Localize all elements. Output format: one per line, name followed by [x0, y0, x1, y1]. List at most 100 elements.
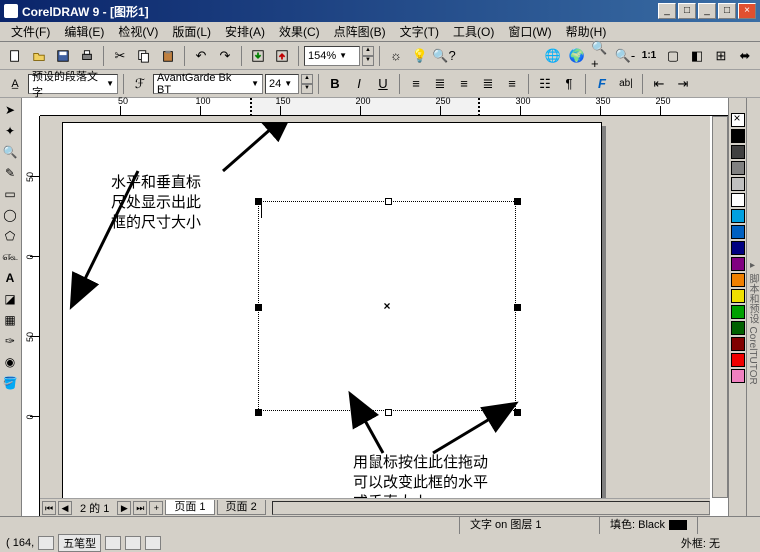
menu-v[interactable]: 检视(V) — [111, 23, 165, 40]
color-swatch[interactable] — [731, 353, 745, 367]
zoom-all-icon[interactable]: ⊞ — [710, 45, 732, 67]
color-swatch[interactable] — [731, 289, 745, 303]
menu-b[interactable]: 点阵图(B) — [327, 23, 393, 40]
resize-handle-se[interactable] — [514, 409, 521, 416]
italic-button[interactable]: I — [348, 73, 370, 95]
interactive-fill-icon[interactable]: ◪ — [0, 289, 20, 309]
world-icon[interactable]: 🌍 — [566, 45, 588, 67]
color-swatch[interactable] — [731, 369, 745, 383]
shape-tool-icon[interactable]: ✦ — [0, 121, 20, 141]
resize-handle-nw[interactable] — [255, 198, 262, 205]
menu-c[interactable]: 效果(C) — [272, 23, 327, 40]
spiral-tool-icon[interactable]: ௷ — [0, 247, 20, 267]
fill-tool-icon[interactable]: 🪣 — [0, 373, 20, 393]
ime-label[interactable]: 五笔型 — [58, 534, 101, 552]
tab-page-1[interactable]: 页面 1 — [165, 500, 214, 515]
resize-handle-e[interactable] — [514, 304, 521, 311]
para-preset-combo[interactable]: 预设的段落文字▼ — [28, 74, 118, 94]
ruler-horizontal[interactable]: 50100150200250300350250 — [40, 98, 728, 116]
export-icon[interactable] — [271, 45, 293, 67]
resize-handle-w[interactable] — [255, 304, 262, 311]
resize-handle-n[interactable] — [385, 198, 392, 205]
text-frame-selection[interactable]: × — [258, 201, 516, 411]
interactive-trans-icon[interactable]: ▦ — [0, 310, 20, 330]
open-icon[interactable] — [28, 45, 50, 67]
zoom-width-icon[interactable]: ⬌ — [734, 45, 756, 67]
menu-w[interactable]: 窗口(W) — [501, 23, 558, 40]
outline-tool-icon[interactable]: ◉ — [0, 352, 20, 372]
tab-page-2[interactable]: 页面 2 — [217, 500, 266, 515]
ruler-vertical[interactable]: 500500 — [22, 116, 40, 516]
copy-icon[interactable] — [133, 45, 155, 67]
menu-a[interactable]: 安排(A) — [218, 23, 272, 40]
align-left-icon[interactable]: ≡ — [405, 73, 427, 95]
color-swatch[interactable] — [731, 273, 745, 287]
lamp-icon[interactable]: 💡 — [409, 45, 431, 67]
color-swatch[interactable] — [731, 129, 745, 143]
menu-t[interactable]: 文字(T) — [393, 23, 446, 40]
doc-minimize-button[interactable]: _ — [698, 3, 716, 19]
page-first-button[interactable]: ⏮ — [42, 501, 56, 515]
page-add-button[interactable]: + — [149, 501, 163, 515]
ime-opt1-icon[interactable] — [105, 536, 121, 550]
text-tool-a-icon[interactable]: A̲ — [4, 73, 26, 95]
undo-icon[interactable]: ↶ — [190, 45, 212, 67]
print-icon[interactable] — [76, 45, 98, 67]
indent-inc-icon[interactable]: ⇥ — [672, 73, 694, 95]
color-swatch[interactable] — [731, 337, 745, 351]
zoom-page-icon[interactable]: ▢ — [662, 45, 684, 67]
dropcap-icon[interactable]: ¶ — [558, 73, 580, 95]
one-to-one-icon[interactable]: 1:1 — [638, 45, 660, 67]
align-force-icon[interactable]: ≡ — [501, 73, 523, 95]
paste-icon[interactable] — [157, 45, 179, 67]
menu-o[interactable]: 工具(O) — [446, 23, 501, 40]
text-tool-icon[interactable]: A — [0, 268, 20, 288]
color-swatch[interactable] — [731, 225, 745, 239]
bullet-list-icon[interactable]: ☷ — [534, 73, 556, 95]
resize-handle-sw[interactable] — [255, 409, 262, 416]
zoom-help-icon[interactable]: 🔍? — [433, 45, 455, 67]
menu-h[interactable]: 帮助(H) — [559, 23, 614, 40]
scrollbar-vertical[interactable] — [712, 116, 728, 498]
import-icon[interactable] — [247, 45, 269, 67]
menu-l[interactable]: 版面(L) — [165, 23, 218, 40]
rect-tool-icon[interactable]: ▭ — [0, 184, 20, 204]
new-icon[interactable] — [4, 45, 26, 67]
font-name-combo[interactable]: AvantGarde Bk BT▼ — [153, 74, 263, 94]
minimize-button[interactable]: _ — [658, 3, 676, 19]
page-prev-button[interactable]: ◀ — [58, 501, 72, 515]
align-justify-icon[interactable]: ≣ — [477, 73, 499, 95]
maximize-button[interactable]: □ — [678, 3, 696, 19]
align-right-icon[interactable]: ≡ — [453, 73, 475, 95]
color-swatch[interactable] — [731, 145, 745, 159]
close-button[interactable]: × — [738, 3, 756, 19]
ellipse-tool-icon[interactable]: ◯ — [0, 205, 20, 225]
color-swatch[interactable] — [731, 257, 745, 271]
color-swatch[interactable] — [731, 305, 745, 319]
format-text-icon[interactable]: F — [591, 73, 613, 95]
docker-tabs[interactable]: ▸ 脚本和预设 CorelTUTOR — [746, 98, 760, 516]
resize-handle-ne[interactable] — [514, 198, 521, 205]
eyedropper-tool-icon[interactable]: ✑ — [0, 331, 20, 351]
page-next-button[interactable]: ▶ — [117, 501, 131, 515]
color-swatch[interactable] — [731, 209, 745, 223]
align-center-icon[interactable]: ≣ — [429, 73, 451, 95]
zoom-tool-icon[interactable]: 🔍 — [0, 142, 20, 162]
ime-icon[interactable] — [38, 536, 54, 550]
polygon-tool-icon[interactable]: ⬠ — [0, 226, 20, 246]
internet-icon[interactable]: 🌐 — [542, 45, 564, 67]
redo-icon[interactable]: ↷ — [214, 45, 236, 67]
pick-tool-icon[interactable]: ➤ — [0, 100, 20, 120]
indent-dec-icon[interactable]: ⇤ — [648, 73, 670, 95]
color-swatch[interactable] — [731, 193, 745, 207]
bold-button[interactable]: B — [324, 73, 346, 95]
ime-opt2-icon[interactable] — [125, 536, 141, 550]
page-last-button[interactable]: ⏭ — [133, 501, 147, 515]
ime-opt3-icon[interactable] — [145, 536, 161, 550]
color-swatch[interactable] — [731, 161, 745, 175]
save-icon[interactable] — [52, 45, 74, 67]
scrollbar-horizontal[interactable] — [272, 501, 710, 515]
color-swatch[interactable] — [731, 241, 745, 255]
color-swatch[interactable] — [731, 177, 745, 191]
zoom-sel-icon[interactable]: ◧ — [686, 45, 708, 67]
